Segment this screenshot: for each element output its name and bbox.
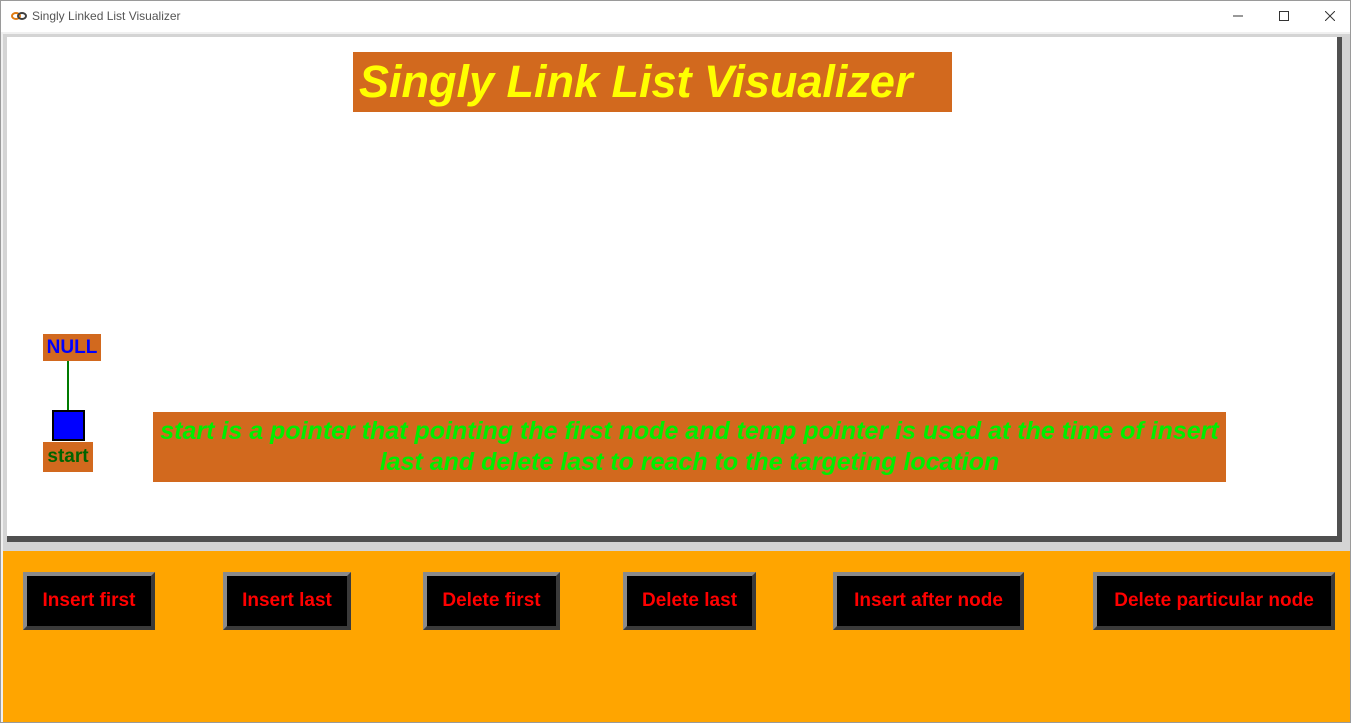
maximize-button[interactable] [1261, 1, 1307, 31]
canvas-frame: Singly Link List Visualizer NULL start s… [3, 34, 1350, 551]
maximize-icon [1279, 11, 1289, 21]
page-title: Singly Link List Visualizer [353, 52, 952, 112]
visualization-canvas: Singly Link List Visualizer NULL start s… [7, 37, 1342, 542]
delete-last-button[interactable]: Delete last [623, 572, 756, 630]
button-panel: Insert first Insert last Delete first De… [3, 551, 1350, 722]
insert-after-node-button[interactable]: Insert after node [833, 572, 1024, 630]
start-pointer-node [52, 410, 85, 441]
info-message: start is a pointer that pointing the fir… [153, 412, 1226, 482]
title-bar[interactable]: Singly Linked List Visualizer [1, 1, 1350, 32]
close-button[interactable] [1307, 1, 1351, 31]
delete-particular-node-button[interactable]: Delete particular node [1093, 572, 1335, 630]
minimize-icon [1233, 15, 1243, 17]
insert-first-button[interactable]: Insert first [23, 572, 155, 630]
minimize-button[interactable] [1215, 1, 1261, 31]
link-chain-icon [11, 12, 27, 20]
start-label: start [43, 442, 93, 472]
insert-last-button[interactable]: Insert last [223, 572, 351, 630]
null-label: NULL [43, 334, 101, 361]
delete-first-button[interactable]: Delete first [423, 572, 560, 630]
app-window: Singly Linked List Visualizer Singly Lin… [0, 0, 1351, 723]
window-title: Singly Linked List Visualizer [32, 9, 181, 23]
close-icon [1325, 11, 1335, 21]
